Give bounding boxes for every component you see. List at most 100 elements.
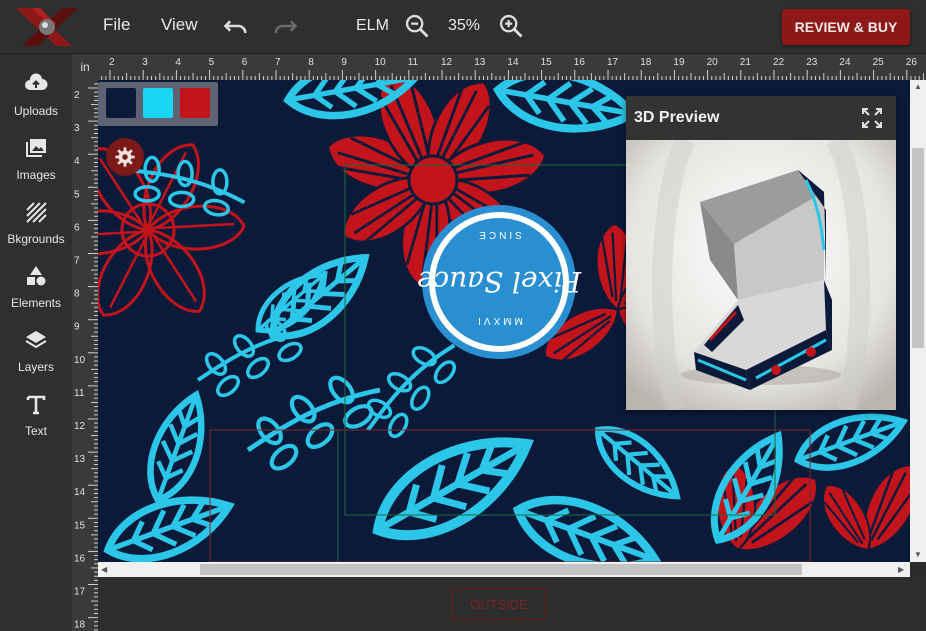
swatch-cyan[interactable] — [143, 88, 173, 118]
sidebar-item-label: Text — [24, 424, 47, 438]
app-logo[interactable] — [14, 6, 80, 48]
sidebar-item-label: Images — [16, 168, 56, 182]
ruler-top-label: 4 — [175, 57, 181, 68]
sidebar-item-backgrounds[interactable]: Bkgrounds — [0, 194, 72, 254]
ruler-top-label: 11 — [408, 57, 419, 68]
review-and-buy-button[interactable]: REVIEW & BUY — [782, 9, 910, 45]
left-sidebar: Uploads Images Bkgrounds Elements Layers… — [0, 54, 72, 631]
sidebar-item-label: Bkgrounds — [7, 232, 65, 246]
scroll-right-arrow-icon[interactable]: ▶ — [898, 565, 904, 574]
elm-button[interactable]: ELM — [356, 17, 389, 35]
ruler-left-label: 15 — [74, 520, 86, 531]
ruler-left-label: 16 — [74, 553, 86, 564]
preview-title: 3D Preview — [634, 109, 720, 126]
zoom-in-icon[interactable] — [497, 12, 525, 40]
gear-icon — [115, 147, 135, 167]
ruler-top-label: 2 — [109, 57, 115, 68]
text-icon — [26, 395, 46, 415]
ruler-left-label: 11 — [74, 388, 85, 399]
ruler-top-label: 8 — [308, 57, 314, 68]
backgrounds-icon — [26, 202, 47, 223]
sidebar-item-text[interactable]: Text — [0, 386, 72, 446]
color-swatch-panel — [98, 82, 218, 126]
cloud-upload-icon — [25, 73, 48, 90]
file-menu[interactable]: File — [103, 15, 130, 35]
zoom-level: 35% — [448, 17, 481, 34]
shapes-icon — [27, 266, 46, 286]
preview-header: 3D Preview — [626, 96, 896, 140]
ruler-top-label: 26 — [906, 57, 918, 68]
ruler-left-label: 7 — [74, 256, 80, 267]
scroll-left-arrow-icon[interactable]: ◀ — [101, 565, 107, 574]
logo-main-text: Pixel Sauce — [417, 265, 582, 298]
ruler-left-label: 2 — [74, 90, 80, 101]
ruler-top-label: 25 — [873, 57, 885, 68]
sidebar-item-images[interactable]: Images — [0, 130, 72, 190]
ruler-left-label: 8 — [74, 289, 80, 300]
ruler-top-label: 20 — [707, 57, 719, 68]
ruler-left-label: 6 — [74, 222, 80, 233]
sidebar-item-uploads[interactable]: Uploads — [0, 66, 72, 126]
scroll-down-arrow-icon[interactable]: ▼ — [914, 550, 922, 559]
logo-bottom-text: SINCE — [476, 229, 522, 240]
ruler-top-label: 18 — [640, 57, 652, 68]
outside-view-button[interactable]: OUTSIDE — [452, 588, 546, 620]
ruler-left-label: 10 — [74, 355, 86, 366]
sidebar-item-label: Uploads — [13, 104, 59, 118]
swatch-red[interactable] — [180, 88, 210, 118]
ruler-left-label: 18 — [74, 620, 86, 631]
ruler-left-label: 3 — [74, 123, 80, 134]
sidebar-item-label: Layers — [17, 360, 55, 374]
redo-icon[interactable] — [271, 12, 299, 40]
sidebar-item-layers[interactable]: Layers — [0, 322, 72, 382]
top-toolbar: File View ELM 35% REVIEW & BUY — [0, 0, 926, 54]
ruler-top-label: 16 — [574, 57, 586, 68]
ruler-left-label: 14 — [74, 487, 86, 498]
ruler-top-label: 10 — [375, 57, 387, 68]
view-menu[interactable]: View — [161, 15, 198, 35]
zoom-out-icon[interactable] — [403, 12, 431, 40]
images-icon — [26, 139, 46, 157]
ruler-top-label: 6 — [242, 57, 248, 68]
expand-icon[interactable] — [860, 106, 884, 130]
logo-top-text: MMXVI — [475, 315, 523, 326]
sidebar-item-label: Elements — [10, 296, 62, 310]
ruler-top-label: 21 — [740, 57, 752, 68]
canvas-footer: OUTSIDE — [98, 577, 926, 631]
3d-box-render[interactable] — [626, 140, 896, 410]
ruler-top-label: 23 — [806, 57, 818, 68]
ruler-top-label: 19 — [673, 57, 685, 68]
ruler-left-label: 17 — [74, 587, 86, 598]
ruler-top-label: 7 — [275, 57, 281, 68]
ruler-top-label: 12 — [441, 57, 453, 68]
ruler-top-label: 14 — [507, 57, 519, 68]
ruler-left-label: 5 — [74, 189, 80, 200]
ruler-unit: in — [72, 54, 98, 80]
3d-preview-panel[interactable]: 3D Preview — [626, 96, 896, 410]
ruler-top-label: 9 — [341, 57, 347, 68]
ruler-top-label: 13 — [474, 57, 486, 68]
ruler-top-label: 15 — [541, 57, 553, 68]
vertical-scroll-thumb[interactable] — [912, 148, 924, 348]
ruler-top-label: 17 — [607, 57, 619, 68]
ruler-left-label: 9 — [74, 322, 80, 333]
ruler-left-label: 12 — [74, 421, 86, 432]
ruler-left-label: 4 — [74, 156, 80, 167]
horizontal-ruler: 2 3 4 5 6 7 8 9 10 11 12 13 14 15 16 17 18 19 20 21 22 23 24 25… — [98, 54, 926, 80]
settings-button[interactable] — [106, 138, 144, 176]
undo-icon[interactable] — [222, 12, 250, 40]
ruler-top-label: 3 — [142, 57, 148, 68]
layers-icon — [25, 331, 47, 349]
scroll-up-arrow-icon[interactable]: ▲ — [914, 82, 922, 91]
horizontal-scrollbar[interactable]: ◀ ▶ — [98, 562, 910, 577]
ruler-top-label: 24 — [839, 57, 851, 68]
vertical-ruler: 2 3 4 5 6 7 8 9 10 11 12 13 14 15 16 17 18 — [72, 80, 98, 631]
ruler-left-label: 13 — [74, 454, 86, 465]
swatch-navy[interactable] — [106, 88, 136, 118]
horizontal-scroll-thumb[interactable] — [200, 564, 802, 575]
vertical-scrollbar[interactable]: ▲ ▼ — [910, 80, 926, 562]
sidebar-item-elements[interactable]: Elements — [0, 258, 72, 318]
app-window: File View ELM 35% REVIEW & BUY Uploads I… — [0, 0, 926, 631]
ruler-top-label: 5 — [209, 57, 215, 68]
ruler-top-label: 22 — [773, 57, 785, 68]
